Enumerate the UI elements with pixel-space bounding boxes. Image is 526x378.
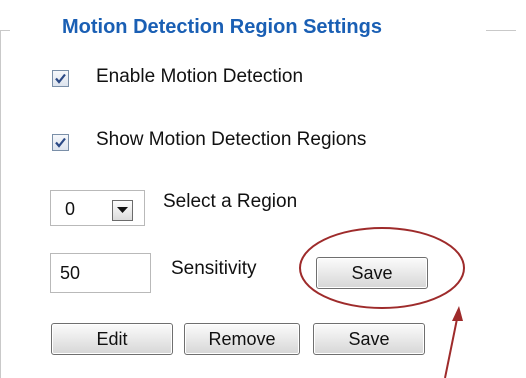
chevron-down-icon[interactable] xyxy=(112,200,133,221)
sensitivity-save-button[interactable]: Save xyxy=(316,257,428,289)
enable-motion-detection-label: Enable Motion Detection xyxy=(96,66,304,87)
annotation-overlay xyxy=(299,227,465,378)
sensitivity-label: Sensitivity xyxy=(171,258,257,279)
region-select-value: 0 xyxy=(65,199,76,219)
fieldset-top-right-border xyxy=(486,30,516,31)
fieldset-top-left-border xyxy=(0,30,10,31)
checkmark-icon xyxy=(55,73,66,84)
save-button[interactable]: Save xyxy=(313,323,425,355)
show-motion-detection-regions-label: Show Motion Detection Regions xyxy=(96,129,367,150)
show-motion-detection-regions-checkbox[interactable] xyxy=(52,134,69,151)
checkmark-icon xyxy=(55,137,66,148)
fieldset-left-border xyxy=(0,30,1,378)
arrow-up-icon xyxy=(444,306,463,378)
panel-legend: Motion Detection Region Settings xyxy=(62,16,382,38)
enable-motion-detection-checkbox[interactable] xyxy=(52,70,69,87)
region-select[interactable]: 0 xyxy=(50,190,145,226)
edit-button[interactable]: Edit xyxy=(51,323,173,355)
sensitivity-input[interactable]: 50 xyxy=(50,253,151,293)
select-region-label: Select a Region xyxy=(163,191,298,212)
remove-button[interactable]: Remove xyxy=(184,323,300,355)
